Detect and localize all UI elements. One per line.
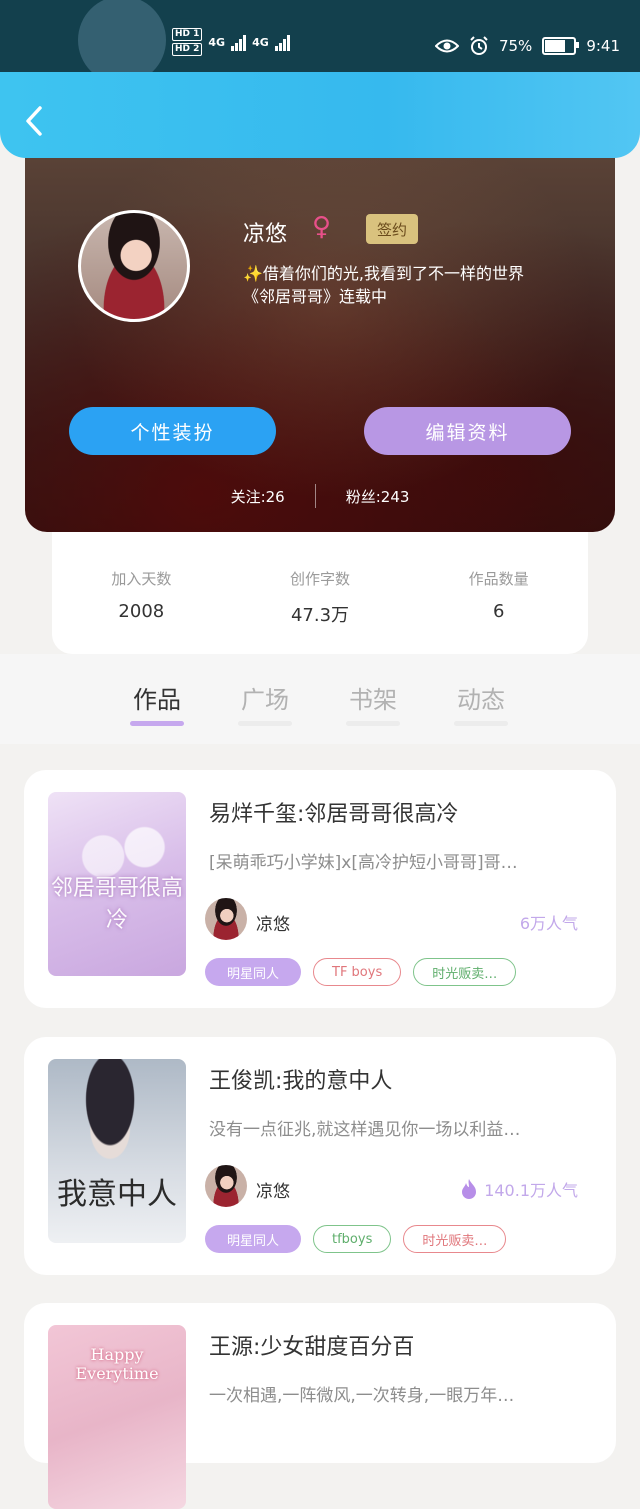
avatar[interactable] [78,210,190,322]
cover-title: 邻居哥哥很高冷 [50,876,183,933]
author-name: 凉悠 [256,1182,290,1202]
system-indicators: 75% 9:41 [434,36,620,56]
eye-icon [434,39,459,53]
username: 凉悠 [243,222,288,247]
book-description: [呆萌乖巧小学妹]x[高冷护短小哥哥]哥… [209,853,518,873]
tag[interactable]: 时光贩卖… [403,1225,507,1253]
battery-icon [542,37,580,55]
edit-profile-button[interactable]: 编辑资料 [364,407,571,455]
tag-list: 明星同人 tfboys 时光贩卖… [205,1225,507,1253]
tab-label: 广场 [241,686,289,714]
book-description: 没有一点征兆,就这样遇见你一场以利益… [209,1120,521,1140]
book-title: 王俊凯:我的意中人 [209,1069,393,1094]
popularity: 6万人气 [520,910,578,934]
book-cover[interactable]: Happy Everytime [48,1325,186,1509]
stat-label: 作品数量 [468,570,529,588]
tag[interactable]: 明星同人 [205,958,301,986]
stat-label: 加入天数 [111,570,172,588]
tab-feed[interactable]: 动态 [454,680,508,726]
stat-value: 47.3万 [290,605,350,626]
flame-icon [462,1179,477,1199]
author-avatar [205,1165,247,1207]
network-type-2: 4G [252,35,269,49]
book-card[interactable]: Happy Everytime 王源:少女甜度百分百 一次相遇,一阵微风,一次转… [24,1303,616,1509]
stat-value: 6 [492,601,505,622]
fans-count[interactable]: 粉丝:243 [346,486,410,507]
tag[interactable]: TF boys [313,958,402,986]
stat-word-count: 创作字数 47.3万 [231,532,410,654]
battery-fill [545,40,565,52]
tab-indicator [346,721,400,726]
stats-panel: 加入天数 2008 创作字数 47.3万 作品数量 6 [52,532,588,654]
tag-list: 明星同人 TF boys 时光贩卖… [205,958,517,986]
follow-stats: 关注:26 粉丝:243 [25,484,615,508]
bio-line-2: 《邻居哥哥》连载中 [243,287,388,306]
tab-works[interactable]: 作品 [130,680,184,726]
book-description: 一次相遇,一阵微风,一次转身,一眼万年… [209,1386,515,1406]
status-bar: HD 1 HD 2 4G 4G 75% 9:41 [0,0,640,84]
alarm-icon [470,36,488,55]
following-count[interactable]: 关注:26 [231,486,285,507]
tab-indicator [130,721,184,726]
signal-icon [274,33,290,51]
stat-label: 创作字数 [290,570,351,588]
clock: 9:41 [586,37,620,55]
stat-value: 2008 [118,601,165,622]
author-name: 凉悠 [256,915,290,935]
popularity-value: 140.1万人气 [484,1181,578,1200]
cover-title: Happy Everytime [75,1345,159,1383]
hd2-label: HD 2 [172,43,203,56]
stat-join-days: 加入天数 2008 [52,532,231,654]
tab-indicator [454,721,508,726]
female-icon: ♀ [312,212,332,242]
sparkle-icon: ✨ [243,264,263,283]
divider [314,484,316,508]
book-title: 易烊千玺:邻居哥哥很高冷 [209,802,459,827]
tab-plaza[interactable]: 广场 [238,680,292,726]
signal-icon [231,33,247,51]
cover-title: 我意中人 [57,1177,177,1212]
tab-indicator [238,721,292,726]
battery-percent: 75% [498,37,533,55]
network-indicators: HD 1 HD 2 4G 4G [172,28,290,56]
top-header [0,72,640,158]
profile-card: 凉悠 ♀ 签约 ✨借着你们的光,我看到了不一样的世界 《邻居哥哥》连载中 个性装… [25,150,615,532]
hd1-label: HD 1 [172,28,203,41]
chevron-left-icon [26,106,42,136]
bio: ✨借着你们的光,我看到了不一样的世界 《邻居哥哥》连载中 [243,262,603,308]
tag[interactable]: 明星同人 [205,1225,301,1253]
author-avatar [205,898,247,940]
tab-label: 作品 [133,686,181,714]
bio-line-1: 借着你们的光,我看到了不一样的世界 [262,264,525,283]
tab-bookshelf[interactable]: 书架 [346,680,400,726]
personal-dress-button[interactable]: 个性装扮 [69,407,276,455]
signed-badge: 签约 [366,214,418,244]
popularity: 140.1万人气 [460,1177,578,1201]
popularity-value: 6万人气 [519,914,578,933]
back-button[interactable] [20,104,50,138]
tab-label: 书架 [349,686,397,714]
stat-works-count: 作品数量 6 [409,532,588,654]
tab-bar: 作品 广场 书架 动态 [0,654,640,744]
book-cover[interactable]: 我意中人 [48,1059,186,1243]
book-cover[interactable]: 邻居哥哥很高冷 [48,792,186,976]
tab-label: 动态 [457,686,505,714]
tag[interactable]: tfboys [313,1225,392,1253]
network-type-1: 4G [208,35,226,49]
book-card[interactable]: 邻居哥哥很高冷 易烊千玺:邻居哥哥很高冷 [呆萌乖巧小学妹]x[高冷护短小哥哥]… [24,770,616,1008]
book-card[interactable]: 我意中人 王俊凯:我的意中人 没有一点征兆,就这样遇见你一场以利益… 凉悠 14… [24,1037,616,1275]
tag[interactable]: 时光贩卖… [413,958,517,986]
book-title: 王源:少女甜度百分百 [209,1335,415,1360]
